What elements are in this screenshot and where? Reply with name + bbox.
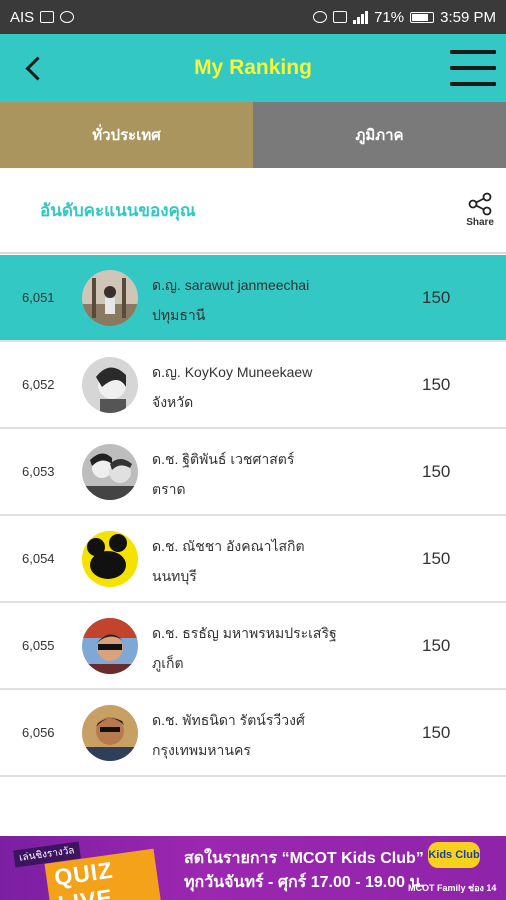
carrier-label: AIS [10, 8, 35, 26]
player-name: ด.ช. ธรธัญ มหาพรหมประเสริฐ [152, 625, 337, 641]
tab-nationwide[interactable]: ทั่วประเทศ [0, 102, 253, 168]
kids-club-logo: Kids Club [428, 842, 480, 868]
rank-number: 6,051 [22, 290, 55, 305]
tab-region[interactable]: ภูมิภาค [253, 102, 506, 168]
battery-percent: 71% [374, 8, 405, 26]
score-title: อันดับคะแนนของคุณ [40, 200, 196, 220]
player-region: จังหวัด [152, 394, 194, 410]
back-button[interactable] [14, 48, 54, 88]
notification-icon [40, 11, 55, 23]
ranking-row[interactable]: 6,055 ด.ช. ธรธัญ มหาพรหมประเสริฐ ภูเก็ต … [0, 603, 506, 690]
wifi-icon [313, 11, 328, 23]
share-icon [468, 192, 492, 216]
player-info: ด.ญ. KoyKoy Muneekaew จังหวัด [152, 362, 312, 414]
player-score: 150 [422, 461, 451, 481]
player-score: 150 [422, 548, 451, 568]
player-info: ด.ช. ณัชชา อังคณาไสกิต นนทบุรี [152, 536, 305, 588]
menu-button[interactable] [450, 50, 496, 86]
banner-badge: เล่นชิงรางวัล QUIZ LIVE [8, 841, 162, 900]
avatar [82, 617, 138, 674]
player-region: ภูเก็ต [152, 655, 184, 671]
player-region: นนทบุรี [152, 568, 197, 584]
rank-number: 6,054 [22, 551, 55, 566]
page-title: My Ranking [194, 56, 312, 79]
avatar [82, 443, 138, 500]
rank-number: 6,052 [22, 377, 55, 392]
avatar [82, 530, 138, 587]
player-score: 150 [422, 635, 451, 655]
rank-number: 6,056 [22, 725, 55, 740]
player-region: กรุงเทพมหานคร [152, 742, 251, 758]
player-name: ด.ช. พัทธนิดา รัตน์รวีวงศ์ [152, 712, 305, 728]
rank-number: 6,055 [22, 638, 55, 653]
player-name: ด.ญ. sarawut janmeechai [152, 277, 310, 293]
banner-line1: สดในรายการ “MCOT Kids Club” [184, 850, 424, 867]
score-header: อันดับคะแนนของคุณ Share [0, 168, 506, 254]
player-info: ด.ญ. sarawut janmeechai ปทุมธานี [152, 275, 309, 327]
share-button[interactable]: Share [466, 192, 494, 228]
player-name: ด.ช. ณัชชา อังคณาไสกิต [152, 538, 305, 554]
player-name: ด.ญ. KoyKoy Muneekaew [152, 364, 313, 380]
clock: 3:59 PM [440, 8, 496, 26]
ranking-row-current-user[interactable]: 6,051 ด.ญ. sarawut janmeechai ปทุมธานี 1… [0, 255, 506, 342]
player-score: 150 [422, 722, 451, 742]
avatar [82, 704, 138, 761]
vibrate-icon [333, 11, 348, 23]
banner-channel: MCOT Family ช่อง 14 [408, 883, 497, 893]
share-label: Share [466, 217, 494, 228]
app-bar: My Ranking [0, 34, 506, 102]
player-name: ด.ช. ฐิติพันธ์ เวชศาสตร์ [152, 451, 295, 467]
banner-line2: ทุกวันจันทร์ - ศุกร์ 17.00 - 19.00 น. [184, 874, 425, 891]
player-score: 150 [422, 374, 451, 394]
ranking-row[interactable]: 6,052 ด.ญ. KoyKoy Muneekaew จังหวัด 150 [0, 342, 506, 429]
player-region: ตราด [152, 481, 186, 497]
player-score: 150 [422, 287, 451, 307]
player-info: ด.ช. ธรธัญ มหาพรหมประเสริฐ ภูเก็ต [152, 623, 337, 675]
player-info: ด.ช. พัทธนิดา รัตน์รวีวงศ์ กรุงเทพมหานคร [152, 710, 305, 762]
ranking-row[interactable]: 6,053 ด.ช. ฐิติพันธ์ เวชศาสตร์ ตราด 150 [0, 429, 506, 516]
hotspot-icon [60, 11, 75, 23]
status-bar: AIS 71% 3:59 PM [0, 0, 506, 34]
player-region: ปทุมธานี [152, 307, 206, 323]
avatar [82, 356, 138, 413]
ranking-row[interactable]: 6,056 ด.ช. พัทธนิดา รัตน์รวีวงศ์ กรุงเทพ… [0, 690, 506, 777]
chevron-left-icon [24, 55, 50, 81]
region-tabs: ทั่วประเทศ ภูมิภาค [0, 102, 506, 168]
status-right: 71% 3:59 PM [313, 9, 496, 26]
ranking-row[interactable]: 6,054 ด.ช. ณัชชา อังคณาไสกิต นนทบุรี 150 [0, 516, 506, 603]
ranking-list: 6,051 ด.ญ. sarawut janmeechai ปทุมธานี 1… [0, 255, 506, 777]
ad-banner[interactable]: เล่นชิงรางวัล QUIZ LIVE สดในรายการ “MCOT… [0, 836, 506, 900]
rank-number: 6,053 [22, 464, 55, 479]
battery-icon [410, 11, 435, 23]
signal-icon [353, 10, 369, 24]
status-left: AIS [10, 8, 75, 26]
avatar [82, 269, 138, 326]
player-info: ด.ช. ฐิติพันธ์ เวชศาสตร์ ตราด [152, 449, 294, 501]
hamburger-menu-icon [450, 50, 496, 54]
